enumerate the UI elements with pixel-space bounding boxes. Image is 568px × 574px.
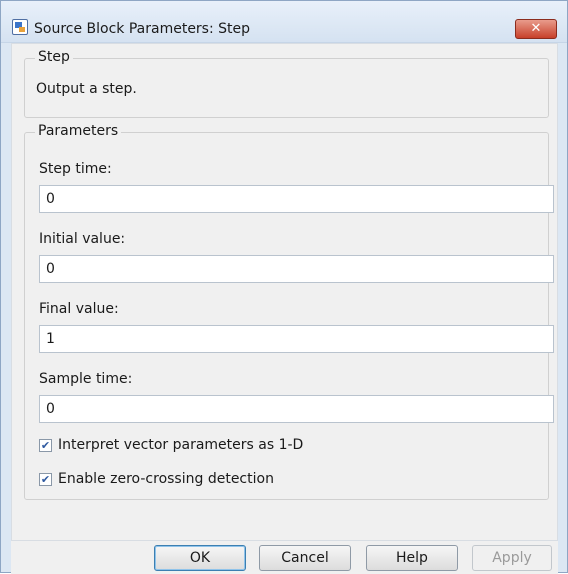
dialog-content: Step Output a step. Parameters Step time… (11, 43, 558, 541)
cancel-button[interactable]: Cancel (259, 545, 351, 571)
parameters-group-legend: Parameters (35, 123, 122, 139)
ok-button[interactable]: OK (154, 545, 246, 571)
step-time-input[interactable] (39, 185, 554, 213)
zero-crossing-checkbox[interactable]: ✔ (39, 473, 52, 486)
dialog-window: Source Block Parameters: Step ✕ Step Out… (0, 0, 568, 574)
title-bar[interactable]: Source Block Parameters: Step ✕ (1, 1, 567, 43)
window-title: Source Block Parameters: Step (34, 21, 251, 37)
simulink-block-icon (12, 19, 28, 35)
sample-time-label: Sample time: (39, 371, 133, 387)
final-value-label: Final value: (39, 301, 119, 317)
final-value-input[interactable] (39, 325, 554, 353)
interpret-vector-checkbox[interactable]: ✔ (39, 439, 52, 452)
close-icon: ✕ (530, 21, 542, 36)
button-bar: OK Cancel Help Apply (11, 541, 558, 574)
step-group: Step Output a step. (24, 49, 549, 118)
parameters-group: Parameters Step time: Initial value: Fin… (24, 123, 554, 500)
step-time-label: Step time: (39, 161, 112, 177)
close-button[interactable]: ✕ (515, 19, 557, 39)
step-group-legend: Step (35, 49, 73, 65)
initial-value-label: Initial value: (39, 231, 126, 247)
interpret-vector-label: Interpret vector parameters as 1-D (58, 437, 304, 453)
zero-crossing-label: Enable zero-crossing detection (58, 471, 274, 487)
initial-value-input[interactable] (39, 255, 554, 283)
help-button[interactable]: Help (366, 545, 458, 571)
block-description: Output a step. (36, 81, 137, 97)
sample-time-input[interactable] (39, 395, 554, 423)
apply-button[interactable]: Apply (472, 545, 552, 571)
